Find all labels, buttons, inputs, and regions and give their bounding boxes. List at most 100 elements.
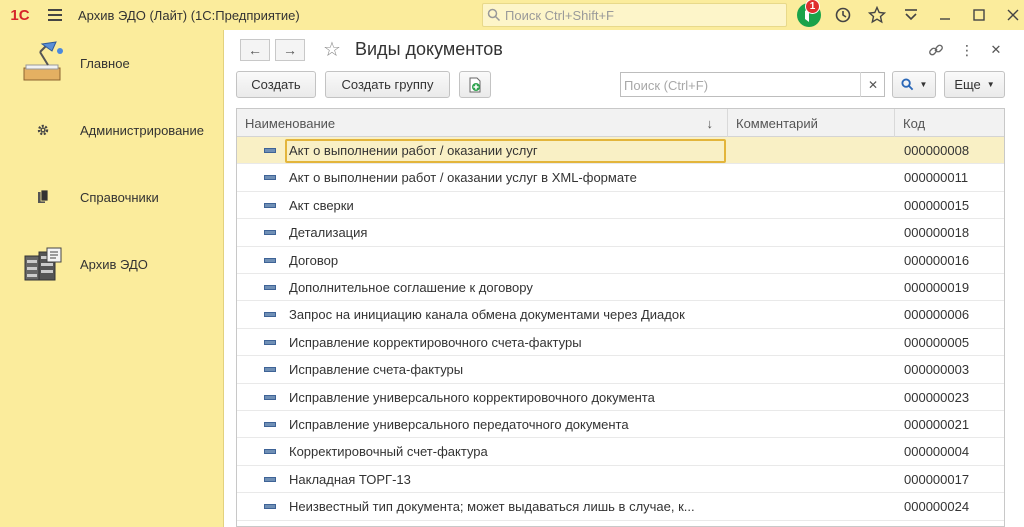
table-row[interactable]: Исправление корректировочного счета-факт… (237, 329, 1004, 357)
table-row[interactable]: Запрос на инициацию канала обмена докуме… (237, 301, 1004, 329)
cell-code: 000000023 (904, 389, 970, 405)
favorite-star-icon[interactable]: ☆ (323, 37, 341, 62)
sidebar-item-edo-archive[interactable]: Архив ЭДО (0, 231, 224, 297)
main-menu-button[interactable] (40, 0, 70, 30)
cell-code: 000000015 (904, 197, 970, 213)
close-button[interactable] (996, 0, 1024, 30)
search-button[interactable]: ▼ (892, 71, 936, 98)
favorites-button[interactable] (860, 0, 894, 30)
chevron-down-icon: ▼ (986, 80, 995, 89)
table-row[interactable]: Акт сверки 000000015 (237, 192, 1004, 220)
sidebar-item-administration[interactable]: Администрирование (0, 97, 224, 163)
table-row[interactable]: Акт о выполнении работ / оказании услуг 0… (237, 137, 1004, 165)
catalog-item-icon (264, 257, 276, 263)
cell-code: 000000011 (904, 170, 969, 186)
catalog-item-icon (264, 148, 276, 153)
cell-code: 000000016 (904, 252, 970, 268)
column-header-code[interactable]: Код (895, 109, 1004, 137)
cell-code: 000000008 (904, 143, 970, 158)
cell-comment (737, 329, 887, 356)
cell-code: 000000017 (904, 471, 970, 487)
cell-comment (737, 411, 887, 438)
sidebar-item-main[interactable]: Главное (0, 30, 224, 96)
cell-code: 000000024 (904, 499, 970, 515)
cell-comment (737, 192, 887, 219)
sidebar-item-label: Справочники (80, 189, 159, 205)
sidebar-item-label: Архив ЭДО (80, 256, 148, 272)
cell-name: Исправление универсального передаточного… (289, 417, 629, 432)
more-button-label: Еще (954, 77, 981, 92)
maximize-button[interactable] (962, 0, 996, 30)
cell-comment (737, 438, 887, 465)
more-button[interactable]: Еще ▼ (944, 71, 1005, 98)
table-row[interactable]: Накладная ТОРГ-13 000000017 (237, 466, 1004, 494)
archive-icon (18, 239, 68, 289)
catalog-item-icon (264, 202, 276, 208)
cell-code: 000000021 (904, 417, 970, 432)
cell-code: 000000005 (904, 334, 970, 350)
document-types-table[interactable]: Наименование ↓ Комментарий Код Акт о вып… (236, 108, 1005, 527)
table-row[interactable]: Исправление счета-фактуры 000000003 (237, 356, 1004, 384)
form-area: ← → ☆ Виды документов ⋮ ✕ Создать Создат… (225, 30, 1024, 527)
cell-name: Неизвестный тип документа; может выдават… (289, 499, 695, 515)
forward-button[interactable]: → (275, 39, 305, 61)
catalog-item-icon (264, 449, 276, 455)
search-icon (487, 8, 501, 22)
desk-lamp-icon (18, 38, 68, 88)
search-icon (900, 78, 913, 91)
cell-code: 000000018 (904, 225, 970, 241)
table-row[interactable]: Исправление универсального корректировоч… (237, 384, 1004, 411)
cell-name: Накладная ТОРГ-13 (289, 471, 411, 487)
catalog-item-icon (264, 394, 276, 400)
cell-comment (737, 384, 887, 411)
cell-name: Детализация (289, 225, 368, 241)
sort-arrow-icon: ↓ (706, 115, 714, 131)
table-row[interactable]: Договор 000000016 (237, 247, 1004, 274)
table-row[interactable]: Акт о выполнении работ / оказании услуг … (237, 164, 1004, 192)
link-button[interactable] (925, 39, 947, 61)
notifications-button[interactable]: 1 (792, 0, 826, 30)
cell-name: Акт о выполнении работ / оказании услуг (289, 143, 538, 158)
table-header: Наименование ↓ Комментарий Код (237, 109, 1004, 137)
cell-comment (737, 493, 887, 520)
catalog-item-icon (264, 476, 276, 482)
link-icon (929, 44, 943, 56)
history-button[interactable] (826, 0, 860, 30)
search-input[interactable]: Поиск (Ctrl+F) (620, 72, 885, 97)
page-title: Виды документов (355, 39, 503, 59)
copy-button[interactable] (459, 71, 491, 98)
table-row[interactable]: Неизвестный тип документа; может выдават… (237, 493, 1004, 521)
search-clear-button[interactable]: ✕ (860, 72, 885, 97)
books-icon (18, 172, 68, 222)
table-row[interactable]: Детализация 000000018 (237, 219, 1004, 247)
more-actions-button[interactable]: ⋮ (956, 39, 978, 61)
cell-name: Исправление универсального корректировоч… (289, 389, 655, 405)
sidebar-item-catalogs[interactable]: Справочники (0, 164, 224, 230)
back-button[interactable]: ← (240, 39, 270, 61)
minimize-button[interactable] (928, 0, 962, 30)
column-header-comment[interactable]: Комментарий (728, 109, 895, 137)
catalog-item-icon (264, 504, 276, 510)
table-row[interactable]: Исправление универсального передаточного… (237, 411, 1004, 439)
create-button[interactable]: Создать (236, 71, 316, 98)
cell-comment (737, 466, 887, 493)
column-header-name[interactable]: Наименование ↓ (237, 109, 728, 137)
cell-name: Запрос на инициацию канала обмена докуме… (289, 307, 685, 323)
sidebar-item-label: Главное (80, 55, 130, 71)
app-title: Архив ЭДО (Лайт) (1С:Предприятие) (78, 7, 300, 23)
app-logo: 1С (10, 6, 30, 24)
cell-comment (737, 164, 887, 191)
cell-comment (737, 356, 887, 383)
catalog-item-icon (264, 175, 276, 181)
table-row[interactable]: Дополнительное соглашение к договору 0000… (237, 274, 1004, 302)
cell-name: Исправление счета-фактуры (289, 362, 464, 378)
chevron-down-icon: ▼ (919, 80, 928, 89)
close-icon (1007, 9, 1019, 21)
close-form-button[interactable]: ✕ (985, 39, 1007, 61)
global-search-input[interactable]: Поиск Ctrl+Shift+F (482, 3, 787, 27)
settings-menu-button[interactable] (894, 0, 928, 30)
create-group-button[interactable]: Создать группу (325, 71, 450, 98)
gear-icon (18, 105, 68, 155)
vertical-dots-icon: ⋮ (960, 41, 974, 58)
table-row[interactable]: Корректировочный счет-фактура 000000004 (237, 438, 1004, 466)
